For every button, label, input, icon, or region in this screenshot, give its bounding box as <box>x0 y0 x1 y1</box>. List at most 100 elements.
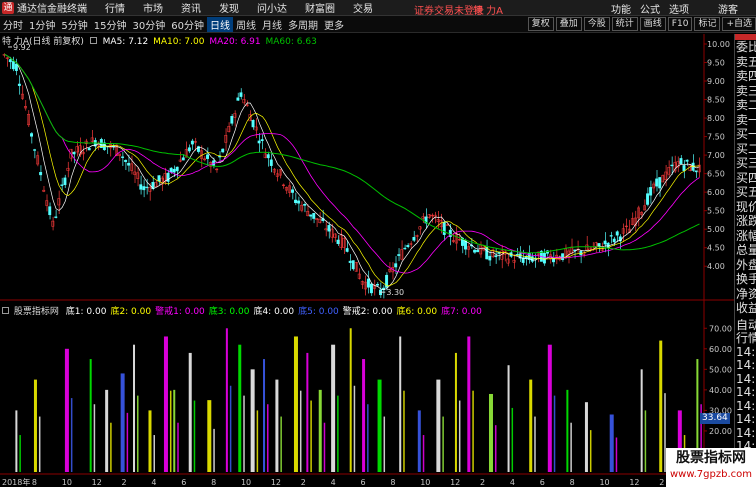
candle-body <box>348 260 352 263</box>
indicator-bar <box>383 416 386 472</box>
indicator-bar <box>367 404 369 472</box>
quote-side-panel: 委比 卖五 卖四 卖三 卖二 卖一 买一 买二 买三 买四 买五 现价 涨跌 涨幅 总量 外盘 换手 净资 收益 自… <box>734 34 756 487</box>
price-tick-label: 4.00 <box>707 262 725 271</box>
indicator-bar <box>436 379 441 472</box>
date-tick-label: 4 <box>151 478 156 487</box>
guest-label[interactable]: 游客 <box>718 1 738 16</box>
date-tick-label: 2 <box>301 478 306 487</box>
period-tab-6[interactable]: 60分钟 <box>168 17 207 32</box>
menu-item-function[interactable]: 功能 <box>611 1 631 16</box>
tick-list-cell: 14:5 <box>736 399 756 413</box>
chart-area[interactable]: 10.00 9.50 9.00 8.50 8.00 7.50 7.00 6.50 6.00 5.5… <box>0 34 734 487</box>
indicator-bar <box>511 407 514 472</box>
menu-item-trade[interactable]: 交易 <box>353 0 373 15</box>
period-tab-8[interactable]: 周线 <box>233 17 259 32</box>
side-panel-cell: 净资 <box>736 286 756 301</box>
tool-button-1[interactable]: 复权 <box>527 17 554 31</box>
indicator-bar <box>472 390 474 472</box>
tool-button-4[interactable]: 统计 <box>611 17 638 31</box>
candle-body <box>397 254 401 256</box>
indicator-bar <box>70 398 73 472</box>
date-tick-label: 8 <box>570 478 575 487</box>
candle-body <box>552 258 555 263</box>
indicator-bar <box>299 390 302 472</box>
price-tick-label: 8.50 <box>707 96 725 105</box>
menu-item-market[interactable]: 行情 <box>105 0 125 15</box>
indicator-bar <box>225 328 228 472</box>
tool-button-8[interactable]: +自选 <box>722 17 756 31</box>
tool-button-3[interactable]: 今股 <box>583 17 610 31</box>
tool-button-6[interactable]: F10 <box>667 17 693 31</box>
menu-item-news[interactable]: 资讯 <box>181 0 201 15</box>
period-tab-2[interactable]: 1分钟 <box>26 17 58 32</box>
menu-item-ask[interactable]: 问小达 <box>257 0 287 15</box>
candle-body <box>376 283 379 286</box>
side-panel-cell: 委比 <box>736 40 756 54</box>
menu-item-formula[interactable]: 公式 <box>640 1 660 16</box>
indicator-tick-label: 20.00 <box>709 427 732 436</box>
indicator-bar <box>120 373 125 472</box>
menu-item-exchange[interactable]: 市场 <box>143 0 163 15</box>
period-tab-3[interactable]: 5分钟 <box>58 17 90 32</box>
side-panel-cell: 买五 <box>736 185 756 199</box>
candle-body <box>309 214 313 217</box>
candle-body <box>145 186 149 189</box>
indicator-bar <box>529 379 533 472</box>
side-panel-cell: 外盘 <box>736 257 756 272</box>
price-tick-label: 5.00 <box>707 225 725 234</box>
indicator-bar <box>417 410 421 472</box>
period-tab-more[interactable]: 更多 <box>321 17 347 32</box>
tool-button-5[interactable]: 画线 <box>639 17 666 31</box>
candle-body <box>142 186 146 191</box>
candle-body <box>87 148 91 151</box>
indicator-legend-item: 警戒2: 0.00 <box>342 307 393 317</box>
menu-item-discover[interactable]: 发现 <box>219 0 239 15</box>
indicator-bar <box>467 336 471 472</box>
candle-body <box>442 221 446 235</box>
period-tab-daily[interactable]: 日线 <box>206 16 233 32</box>
candle-body <box>48 206 52 216</box>
tool-button-7[interactable]: 标记 <box>694 17 721 31</box>
menu-item-options[interactable]: 选项 <box>669 1 689 16</box>
date-tick-label: 8 <box>211 478 216 487</box>
period-tab-9[interactable]: 月线 <box>259 17 285 32</box>
indicator-bar <box>38 416 41 472</box>
period-tab-5[interactable]: 30分钟 <box>129 17 168 32</box>
side-panel-cell: 收益 <box>736 301 756 315</box>
candle-body <box>297 200 301 204</box>
indicator-legend-item: 底5: 0.00 <box>298 307 339 317</box>
indicator-bar <box>256 410 259 472</box>
indicator-legend-item: 底1: 0.00 <box>65 307 107 317</box>
date-tick-label: 12 <box>629 478 639 487</box>
chart-canvas[interactable]: 10.00 9.50 9.00 8.50 8.00 7.50 7.00 6.50 6.00 5.5… <box>0 34 734 487</box>
side-panel-cell: 买二 <box>736 141 756 156</box>
indicator-bar <box>64 348 69 472</box>
indicator-tick-label: 40.00 <box>709 386 732 395</box>
indicator-legend-item: 底4: 0.00 <box>253 307 295 317</box>
candle-body <box>60 184 64 186</box>
indicator-bar <box>494 425 497 472</box>
side-panel-cell: 现价 <box>736 199 756 214</box>
indicator-bar <box>399 336 402 472</box>
indicator-bar <box>110 422 112 472</box>
candle-body <box>603 240 607 245</box>
period-tab-10[interactable]: 多周期 <box>285 17 321 32</box>
period-tab-4[interactable]: 15分钟 <box>91 17 130 32</box>
chart-tools: 复权 叠加 今股 统计 画线 F10 标记 +自选 <box>526 17 756 31</box>
price-tick-label: 7.50 <box>707 133 725 142</box>
indicator-bar <box>547 344 552 472</box>
tool-button-2[interactable]: 叠加 <box>555 17 582 31</box>
candle-body <box>124 160 128 162</box>
indicator-bar <box>133 344 136 472</box>
candle-body <box>579 250 583 256</box>
candle-body <box>239 92 243 97</box>
candle-body <box>488 255 492 261</box>
period-tab-1[interactable]: 分时 <box>0 17 26 32</box>
side-panel-cell: 换手 <box>736 272 756 286</box>
ma60-label: MA60: 6.63 <box>265 37 317 47</box>
candle-body <box>269 159 273 166</box>
indicator-bar <box>458 400 461 472</box>
date-tick-label: 10 <box>599 478 609 487</box>
menu-item-wealth[interactable]: 财富圈 <box>305 0 335 15</box>
side-panel-cell: 卖四 <box>736 69 756 83</box>
